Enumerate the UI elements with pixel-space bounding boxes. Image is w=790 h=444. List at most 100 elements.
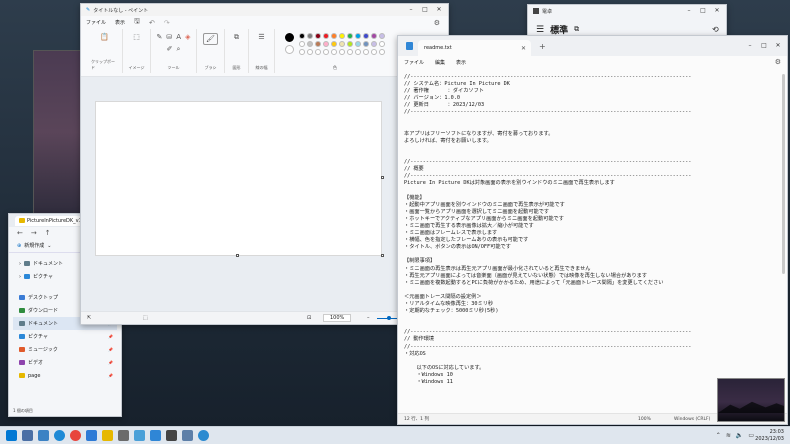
menu-view[interactable]: 表示	[115, 19, 125, 26]
chevron-up-icon[interactable]: ⌃	[716, 432, 721, 439]
pencil-icon[interactable]: ✎	[157, 33, 163, 41]
primary-color-swatch[interactable]	[285, 33, 294, 42]
color-swatch[interactable]	[371, 41, 377, 47]
maximize-button[interactable]: □	[696, 5, 710, 17]
color-swatch[interactable]	[379, 41, 385, 47]
color-swatch[interactable]	[347, 41, 353, 47]
color-swatch[interactable]	[355, 49, 361, 55]
color-swatch[interactable]	[371, 33, 377, 39]
text-icon[interactable]: A	[176, 33, 181, 41]
color-swatch[interactable]	[339, 33, 345, 39]
color-swatch[interactable]	[315, 49, 321, 55]
color-picker-icon[interactable]: ✐	[167, 45, 173, 54]
calculator-icon[interactable]	[166, 430, 177, 441]
quick-access-item[interactable]: ピクチャ 📌	[13, 330, 117, 343]
resize-handle-corner[interactable]	[381, 254, 384, 257]
edge-icon[interactable]	[54, 430, 65, 441]
menu-file[interactable]: ファイル	[404, 59, 424, 66]
color-swatch[interactable]	[355, 41, 361, 47]
color-swatch[interactable]	[307, 41, 313, 47]
color-swatch[interactable]	[307, 49, 313, 55]
color-swatch[interactable]	[339, 41, 345, 47]
clipboard-icon[interactable]: 📋	[100, 33, 109, 41]
paint-canvas[interactable]	[95, 101, 382, 256]
color-swatch[interactable]	[355, 33, 361, 39]
minimize-button[interactable]: –	[404, 4, 418, 16]
pip-mini-window[interactable]	[717, 378, 785, 422]
paint-icon[interactable]	[134, 430, 145, 441]
color-swatch[interactable]	[339, 49, 345, 55]
always-on-top-icon[interactable]: ⧉	[574, 25, 579, 34]
minimize-button[interactable]: –	[682, 5, 696, 17]
color-swatch[interactable]	[363, 41, 369, 47]
new-button[interactable]: 新規作成	[24, 242, 44, 249]
fill-icon[interactable]: ⛁	[166, 33, 172, 41]
select-icon[interactable]: ⬚	[133, 33, 140, 41]
chrome-icon[interactable]	[70, 430, 81, 441]
minimize-button[interactable]: –	[743, 40, 757, 52]
pip-app-icon[interactable]	[198, 430, 209, 441]
color-swatch[interactable]	[323, 41, 329, 47]
notepad-editor[interactable]: //--------------------------------------…	[404, 74, 774, 404]
new-tab-icon[interactable]: +	[539, 42, 546, 51]
color-swatch[interactable]	[379, 49, 385, 55]
maximize-button[interactable]: □	[418, 4, 432, 16]
color-swatch[interactable]	[347, 49, 353, 55]
close-button[interactable]: ✕	[771, 40, 785, 52]
start-icon[interactable]	[6, 430, 17, 441]
close-button[interactable]: ✕	[710, 5, 724, 17]
secondary-color-swatch[interactable]	[285, 45, 294, 54]
color-swatch[interactable]	[347, 33, 353, 39]
chevron-down-icon[interactable]: ⌄	[47, 243, 51, 249]
color-swatch[interactable]	[315, 41, 321, 47]
battery-icon[interactable]: ▭	[748, 432, 754, 439]
maximize-button[interactable]: □	[757, 40, 771, 52]
explorer-icon[interactable]	[102, 430, 113, 441]
quick-access-item[interactable]: page 📌	[13, 369, 117, 382]
notepad-icon[interactable]	[150, 430, 161, 441]
quick-access-item[interactable]: ミュージック 📌	[13, 343, 117, 356]
save-icon[interactable]: 🖫	[134, 17, 140, 28]
color-swatch[interactable]	[299, 33, 305, 39]
wifi-icon[interactable]: ≋	[726, 432, 731, 439]
magnifier-icon[interactable]: ⌕	[176, 45, 180, 54]
task-view-icon[interactable]	[38, 430, 49, 441]
search-icon[interactable]	[22, 430, 33, 441]
color-swatch[interactable]	[307, 33, 313, 39]
eraser-icon[interactable]: ◈	[185, 33, 190, 41]
notepad-tab[interactable]: readme.txt ✕	[418, 40, 531, 56]
color-swatch[interactable]	[331, 41, 337, 47]
color-swatch[interactable]	[363, 49, 369, 55]
color-swatch[interactable]	[315, 33, 321, 39]
menu-view[interactable]: 表示	[456, 59, 466, 66]
color-swatch[interactable]	[379, 33, 385, 39]
up-icon[interactable]: ↑	[45, 229, 51, 237]
quick-access-item[interactable]: ビデオ 📌	[13, 356, 117, 369]
close-button[interactable]: ✕	[432, 4, 446, 16]
close-tab-icon[interactable]: ✕	[521, 45, 526, 52]
color-swatch[interactable]	[331, 33, 337, 39]
volume-icon[interactable]: 🔈	[736, 432, 743, 439]
color-swatch[interactable]	[363, 33, 369, 39]
menu-file[interactable]: ファイル	[86, 19, 106, 26]
color-swatch[interactable]	[299, 49, 305, 55]
settings-icon[interactable]: ⚙	[434, 19, 440, 27]
menu-edit[interactable]: 編集	[435, 59, 445, 66]
back-icon[interactable]: ←	[17, 229, 23, 237]
color-swatch[interactable]	[299, 41, 305, 47]
zoom-select[interactable]: 100%	[323, 314, 352, 322]
zoom-slider-thumb[interactable]	[387, 316, 391, 320]
settings-icon[interactable]: ⚙	[775, 58, 781, 66]
app-icon[interactable]	[182, 430, 193, 441]
shapes-icon[interactable]: ⧉	[234, 33, 239, 42]
forward-icon[interactable]: →	[31, 229, 37, 237]
notepad-scrollbar[interactable]	[782, 74, 785, 274]
hamburger-menu-icon[interactable]: ☰	[536, 25, 544, 35]
word-icon[interactable]	[86, 430, 97, 441]
brush-icon[interactable]: 🖌	[203, 33, 218, 45]
color-swatch[interactable]	[323, 49, 329, 55]
line-width-icon[interactable]: ☰	[258, 33, 264, 41]
resize-handle-bottom[interactable]	[236, 254, 239, 257]
history-icon[interactable]: ⟲	[712, 25, 719, 34]
undo-icon[interactable]: ↶	[149, 19, 155, 27]
